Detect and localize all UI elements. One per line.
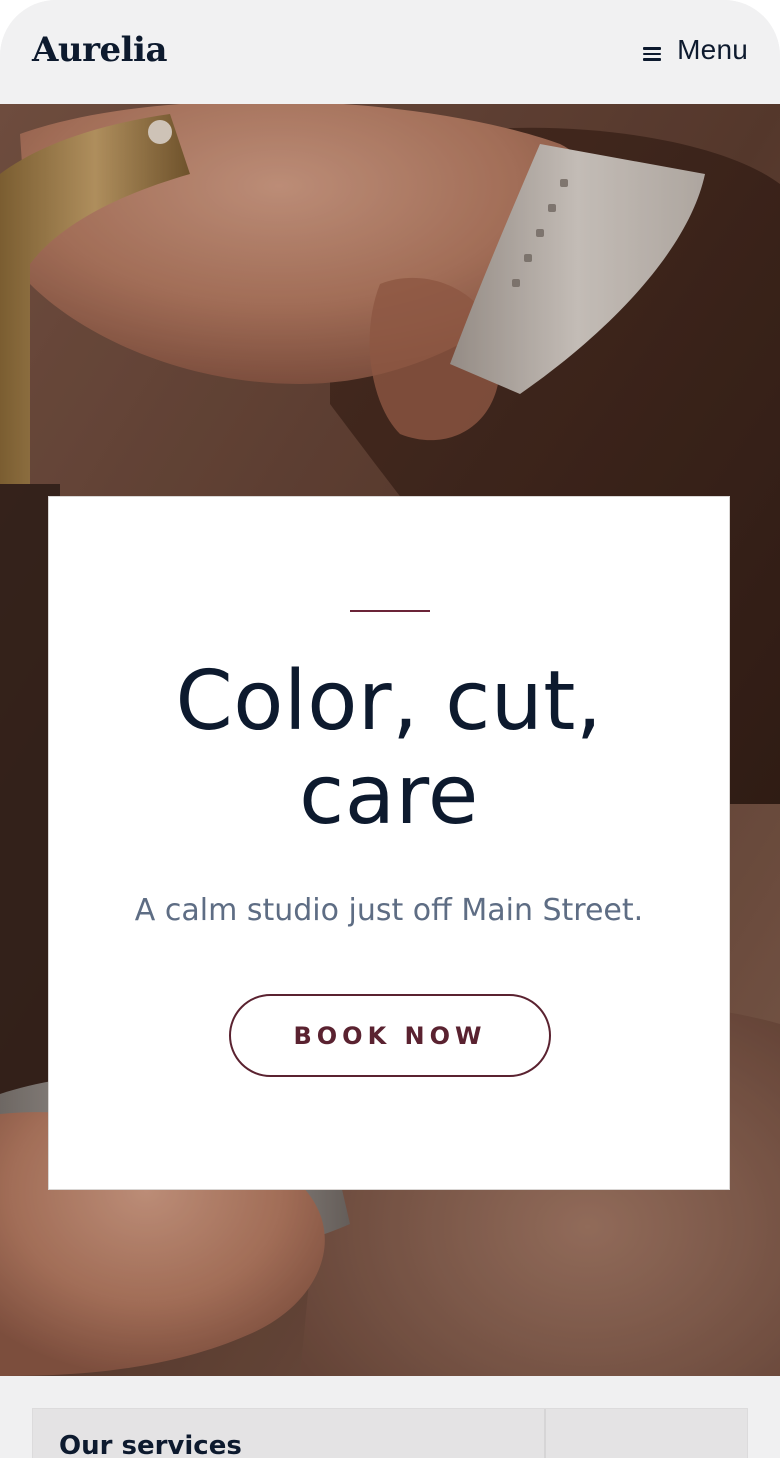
page: Aurelia Menu Color, cut, care A calm stu…: [0, 0, 780, 1458]
services-divider: [544, 1409, 546, 1458]
accent-rule: [350, 610, 430, 612]
brand-logo[interactable]: Aurelia: [32, 30, 168, 70]
phone-frame: Aurelia Menu Color, cut, care A calm stu…: [0, 0, 780, 1458]
services-section: Our services: [0, 1376, 780, 1458]
services-panel: Our services: [32, 1408, 748, 1458]
site-header: Aurelia Menu: [0, 0, 780, 104]
book-now-button[interactable]: BOOK NOW: [229, 994, 551, 1077]
services-title: Our services: [59, 1431, 242, 1458]
menu-label: Menu: [677, 34, 748, 65]
menu-button[interactable]: Menu: [643, 34, 748, 66]
hero-title: Color, cut, care: [49, 655, 729, 843]
hero-subtitle: A calm studio just off Main Street.: [134, 893, 644, 928]
hero-card: Color, cut, care A calm studio just off …: [48, 496, 730, 1190]
hero-section: Color, cut, care A calm studio just off …: [0, 104, 780, 1376]
hero-title-text: Color, cut, care: [175, 654, 603, 843]
hamburger-menu-icon: [643, 45, 662, 61]
